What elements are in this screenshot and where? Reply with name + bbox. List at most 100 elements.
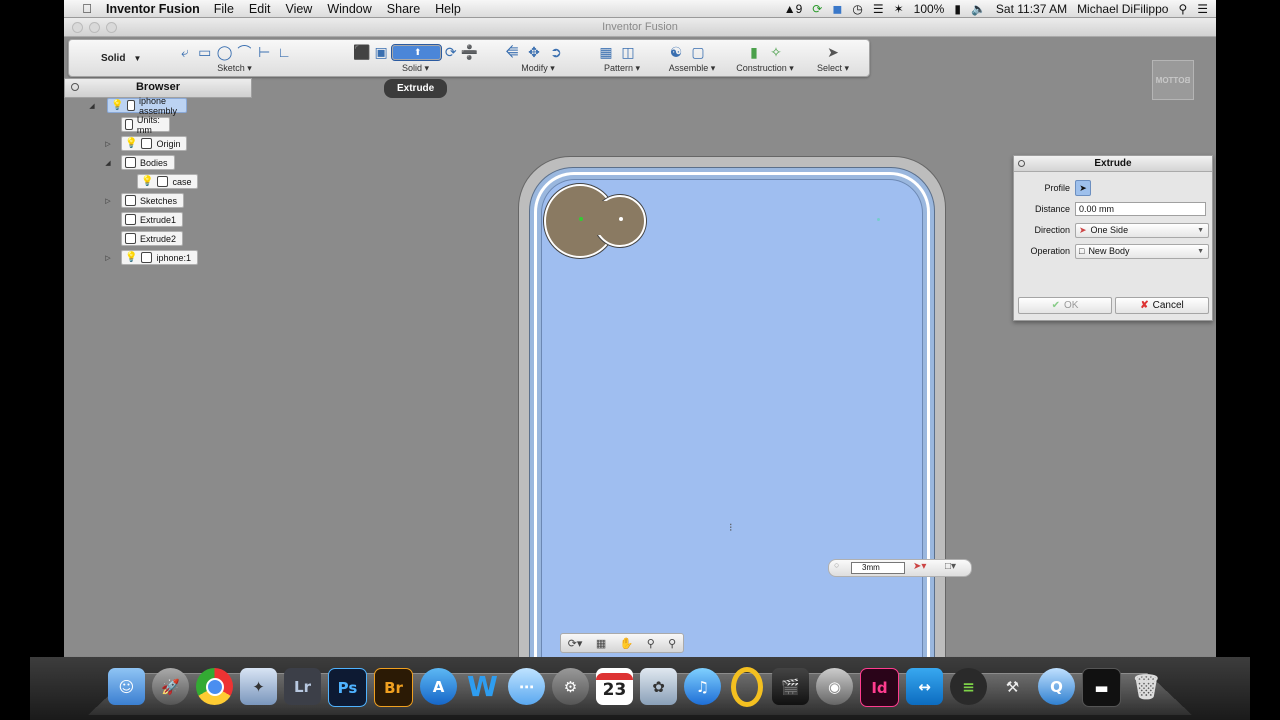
- box-icon[interactable]: ⬛: [353, 43, 370, 61]
- distance-mini-input[interactable]: 3mm: [851, 562, 905, 574]
- bluetooth-icon[interactable]: ✶: [894, 2, 904, 16]
- minimize-window-button[interactable]: [89, 22, 100, 33]
- revolve-icon[interactable]: ⟳: [445, 43, 457, 61]
- app-menu[interactable]: Inventor Fusion: [106, 2, 200, 16]
- dialog-close-icon[interactable]: [1018, 160, 1025, 167]
- lightroom-icon[interactable]: Lr: [284, 668, 321, 705]
- system-preferences-icon[interactable]: ⚙: [552, 668, 589, 705]
- cancel-button[interactable]: ✘ Cancel: [1115, 297, 1209, 314]
- lightbulb-icon[interactable]: 💡: [111, 100, 123, 111]
- distance-input[interactable]: 0.00 mm: [1075, 202, 1206, 216]
- orbit-icon[interactable]: ⟳▾: [568, 637, 583, 650]
- photoshop-icon[interactable]: Ps: [328, 668, 367, 707]
- time-machine-icon[interactable]: ◷: [852, 2, 862, 16]
- spotify-icon[interactable]: ≡: [950, 668, 987, 705]
- modify-group-label[interactable]: Modify ▾: [503, 63, 573, 74]
- extrude-icon[interactable]: ⬆: [390, 43, 442, 61]
- fit-icon[interactable]: ▦: [596, 637, 606, 650]
- close-window-button[interactable]: [72, 22, 83, 33]
- preview-icon[interactable]: ✦: [240, 668, 277, 705]
- apple-menu-icon[interactable]: : [76, 1, 98, 16]
- volume-icon[interactable]: 🔈: [971, 2, 986, 16]
- dropbox-icon[interactable]: ◼: [832, 2, 842, 16]
- canvas-workspace[interactable]: Solid ▼ ⤶ ▭ ◯ ⌒ ⊢ ∟ Sketch ▾ ⬛ ▣ ⬆ ⟳ ➗ S…: [64, 37, 1216, 677]
- trash-icon[interactable]: 🗑: [1128, 668, 1165, 705]
- tree-node-origin[interactable]: ▷ 💡 Origin: [104, 136, 188, 151]
- scale-icon[interactable]: ➲: [547, 43, 565, 61]
- assemble-group-label[interactable]: Assemble ▾: [667, 63, 717, 74]
- mirror-icon[interactable]: ◫: [619, 43, 637, 61]
- user-menu[interactable]: Michael DiFilippo: [1077, 2, 1168, 16]
- sketch-point[interactable]: [579, 217, 583, 221]
- tree-node-case[interactable]: 💡 case: [137, 174, 199, 189]
- tree-node-iphone[interactable]: ▷ 💡 iphone:1: [104, 250, 198, 265]
- dvd-player-icon[interactable]: ◉: [816, 668, 853, 705]
- lightbulb-icon[interactable]: 💡: [125, 138, 137, 149]
- notification-list-icon[interactable]: ☰: [1197, 2, 1208, 16]
- itunes-icon[interactable]: ♫: [684, 668, 721, 705]
- quicktime-icon[interactable]: Q: [1038, 668, 1075, 705]
- clock[interactable]: Sat 11:37 AM: [996, 2, 1067, 16]
- viewcube[interactable]: BOTTOM: [1152, 60, 1194, 100]
- direction-mini-icon[interactable]: ➤▾: [913, 561, 926, 572]
- dimension-icon[interactable]: ⊢: [256, 43, 272, 61]
- adobe-icon[interactable]: ▲9: [784, 2, 803, 16]
- finder-icon[interactable]: ☺: [108, 668, 145, 705]
- pan-hand-icon[interactable]: ✋: [620, 637, 634, 650]
- operation-select[interactable]: □ New Body ▼: [1075, 243, 1209, 259]
- calendar-icon[interactable]: 23: [596, 668, 633, 705]
- tree-node-bodies[interactable]: ◢ Bodies: [104, 155, 175, 170]
- battery-label[interactable]: 100%: [914, 2, 945, 16]
- sync-icon[interactable]: ⟳: [812, 2, 822, 16]
- final-cut-icon[interactable]: 🎬: [772, 668, 809, 705]
- arc-icon[interactable]: ⌒: [236, 43, 252, 61]
- outlook-icon[interactable]: [728, 666, 765, 707]
- tree-node-assembly[interactable]: ◢ 💡 iphone assembly: [88, 96, 188, 116]
- press-pull-icon[interactable]: ⭅: [503, 43, 521, 61]
- messages-icon[interactable]: ⋯: [508, 668, 545, 705]
- ok-button[interactable]: ✔ OK: [1018, 297, 1112, 314]
- rectangular-pattern-icon[interactable]: ▦: [597, 43, 615, 61]
- drag-handle-icon[interactable]: ○: [834, 560, 839, 570]
- chrome-icon[interactable]: [196, 668, 233, 705]
- work-plane-icon[interactable]: ▮: [745, 43, 763, 61]
- tree-node-sketches[interactable]: ▷ Sketches: [104, 193, 185, 208]
- select-arrow-icon[interactable]: ➤: [824, 43, 842, 61]
- constraint-icon[interactable]: ∟: [276, 43, 292, 61]
- zoom-icon[interactable]: ⚲: [647, 637, 655, 650]
- collapse-arrow-icon[interactable]: ◢: [104, 159, 112, 167]
- pattern-group-label[interactable]: Pattern ▾: [597, 63, 647, 74]
- component-icon[interactable]: ▢: [689, 43, 707, 61]
- lightbulb-icon[interactable]: 💡: [125, 252, 137, 263]
- sketch-point[interactable]: [619, 217, 623, 221]
- menu-share[interactable]: Share: [387, 2, 420, 16]
- tree-node-extrude2[interactable]: Extrude2: [121, 231, 184, 246]
- wifi-icon[interactable]: ☰: [873, 2, 884, 16]
- sketch-profile-face[interactable]: [541, 179, 923, 677]
- zoom-window-button[interactable]: [106, 22, 117, 33]
- profile-select-button[interactable]: ➤: [1075, 180, 1091, 196]
- menu-edit[interactable]: Edit: [249, 2, 271, 16]
- app-store-icon[interactable]: A: [420, 668, 457, 705]
- construction-group-label[interactable]: Construction ▾: [733, 63, 797, 74]
- operation-mini-icon[interactable]: □▾: [945, 561, 956, 572]
- menu-file[interactable]: File: [214, 2, 234, 16]
- circle-icon[interactable]: ◯: [217, 43, 233, 61]
- bridge-icon[interactable]: Br: [374, 668, 413, 707]
- direction-select[interactable]: ➤ One Side ▼: [1075, 222, 1209, 238]
- joint-icon[interactable]: ☯: [667, 43, 685, 61]
- sketch-point[interactable]: [877, 218, 880, 221]
- lightbulb-icon[interactable]: 💡: [141, 176, 153, 187]
- menu-window[interactable]: Window: [327, 2, 371, 16]
- menu-view[interactable]: View: [285, 2, 312, 16]
- cylinder-icon[interactable]: ▣: [374, 43, 387, 61]
- polyline-icon[interactable]: ⤶: [177, 43, 193, 61]
- launchpad-icon[interactable]: 🚀: [152, 668, 189, 705]
- tree-node-units[interactable]: Units: mm: [121, 115, 171, 135]
- tools-icon[interactable]: ⚒: [994, 668, 1031, 705]
- indesign-icon[interactable]: Id: [860, 668, 899, 707]
- menu-help[interactable]: Help: [435, 2, 461, 16]
- work-axis-icon[interactable]: ✧: [767, 43, 785, 61]
- solid-group-label[interactable]: Solid ▾: [353, 63, 478, 74]
- expand-arrow-icon[interactable]: ▷: [104, 254, 112, 262]
